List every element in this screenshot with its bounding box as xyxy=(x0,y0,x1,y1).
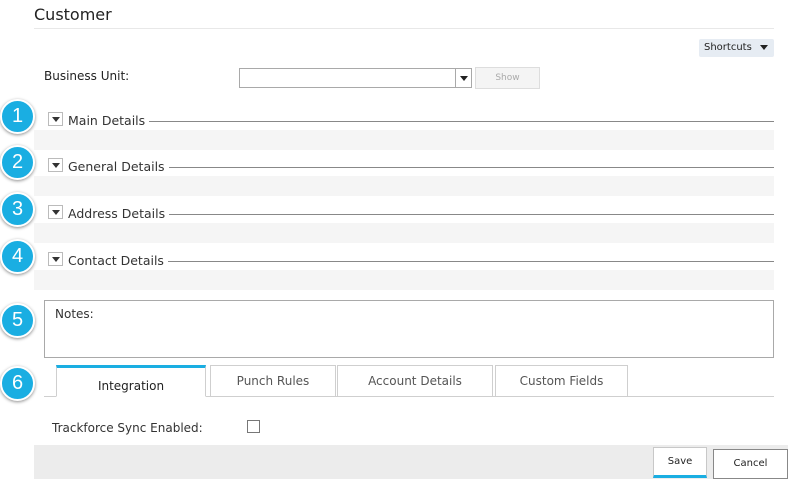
callout-badge-3: 3 xyxy=(0,192,35,227)
section-title-address-details[interactable]: Address Details xyxy=(68,206,170,221)
callout-badge-4: 4 xyxy=(0,239,35,274)
callout-badge-1: 1 xyxy=(0,99,35,134)
trackforce-sync-label: Trackforce Sync Enabled: xyxy=(52,421,203,435)
tab-integration[interactable]: Integration xyxy=(56,365,206,397)
callout-badge-6: 6 xyxy=(0,366,35,401)
tab-punch-rules[interactable]: Punch Rules xyxy=(210,365,336,397)
cancel-button[interactable]: Cancel xyxy=(713,449,788,479)
collapse-toggle-icon[interactable] xyxy=(48,205,63,219)
section-divider xyxy=(68,214,774,215)
section-divider xyxy=(68,121,774,122)
callout-badge-5: 5 xyxy=(0,303,35,338)
collapse-toggle-icon[interactable] xyxy=(48,252,63,266)
collapse-toggle-icon[interactable] xyxy=(48,112,63,126)
section-title-contact-details[interactable]: Contact Details xyxy=(68,253,168,268)
section-divider xyxy=(68,261,774,262)
section-title-main-details[interactable]: Main Details xyxy=(68,113,150,128)
section-address-details: Address Details xyxy=(34,205,774,243)
section-divider xyxy=(68,167,774,168)
callout-badge-2: 2 xyxy=(0,145,35,180)
notes-field[interactable]: Notes: xyxy=(44,300,774,358)
title-divider xyxy=(34,28,774,29)
chevron-down-icon xyxy=(455,69,471,87)
tab-custom-fields[interactable]: Custom Fields xyxy=(495,365,628,397)
business-unit-select[interactable] xyxy=(239,68,472,88)
save-button[interactable]: Save xyxy=(653,447,707,478)
section-contact-details: Contact Details xyxy=(34,252,774,290)
tab-account-details[interactable]: Account Details xyxy=(337,365,493,397)
notes-label: Notes: xyxy=(55,307,94,321)
shortcuts-dropdown[interactable]: Shortcuts xyxy=(699,39,774,57)
collapse-toggle-icon[interactable] xyxy=(48,158,63,172)
section-main-details: Main Details xyxy=(34,112,774,150)
page-title: Customer xyxy=(34,5,112,24)
show-button[interactable]: Show xyxy=(475,67,540,89)
chevron-down-icon xyxy=(760,45,768,50)
business-unit-label: Business Unit: xyxy=(44,69,130,83)
trackforce-sync-checkbox[interactable] xyxy=(247,420,260,433)
section-title-general-details[interactable]: General Details xyxy=(68,159,169,174)
section-general-details: General Details xyxy=(34,158,774,196)
shortcuts-label: Shortcuts xyxy=(704,42,752,53)
